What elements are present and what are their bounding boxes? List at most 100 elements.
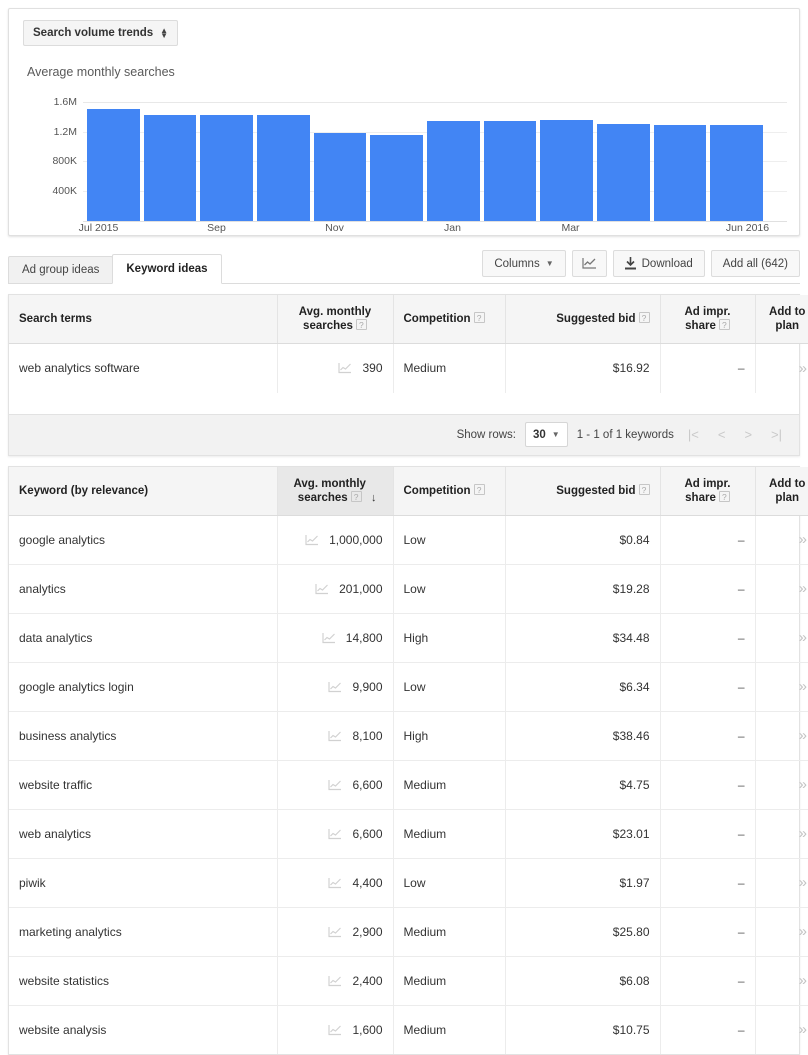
next-page-button[interactable]: > [739,427,757,442]
table-row[interactable]: website traffic6,600Medium$4.75–» [9,760,808,809]
table-row[interactable]: web analytics software390Medium$16.92–» [9,344,808,393]
columns-button[interactable]: Columns ▼ [482,250,565,277]
column-header-share[interactable]: Ad impr. share? [660,295,755,344]
table-row[interactable]: google analytics1,000,000Low$0.84–» [9,515,808,564]
help-icon[interactable]: ? [639,312,650,323]
chart-title: Average monthly searches [27,65,175,79]
tab-ad-group-ideas[interactable]: Ad group ideas [8,256,113,284]
sort-descending-icon[interactable]: ↓ [371,492,377,504]
chart-bar [710,125,763,221]
chart-bar [484,121,537,221]
add-to-plan-button[interactable]: » [799,727,807,744]
cell-plan[interactable]: » [755,711,808,760]
sparkline-icon[interactable] [328,1024,342,1036]
add-all-button[interactable]: Add all (642) [711,250,800,277]
table-row[interactable]: analytics201,000Low$19.28–» [9,564,808,613]
cell-plan[interactable]: » [755,515,808,564]
sparkline-icon[interactable] [328,828,342,840]
sparkline-icon[interactable] [328,877,342,889]
table-header-row: Search termsAvg. monthlysearches?Competi… [9,295,808,344]
table-row[interactable]: website analysis1,600Medium$10.75–» [9,1005,808,1054]
cell-plan[interactable]: » [755,564,808,613]
sparkline-icon[interactable] [315,583,329,595]
add-to-plan-button[interactable]: » [799,580,807,597]
ad-impr-share-value: – [738,361,745,375]
add-to-plan-button[interactable]: » [799,531,807,548]
cell-plan[interactable]: » [755,662,808,711]
cell-bid: $25.80 [505,907,660,956]
avg-monthly-searches-value: 2,400 [352,974,382,988]
help-icon[interactable]: ? [719,491,730,502]
cell-term: marketing analytics [9,907,277,956]
help-icon[interactable]: ? [351,491,362,502]
cell-plan[interactable]: » [755,613,808,662]
sparkline-icon[interactable] [305,534,319,546]
column-header-term[interactable]: Keyword (by relevance) [9,467,277,516]
column-header-term[interactable]: Search terms [9,295,277,344]
column-header-avg[interactable]: Avg. monthlysearches?↓ [277,467,393,516]
add-to-plan-button[interactable]: » [799,678,807,695]
last-page-button[interactable]: >| [766,427,787,442]
help-icon[interactable]: ? [474,484,485,495]
column-header-bid[interactable]: Suggested bid? [505,295,660,344]
cell-share: – [660,907,755,956]
add-to-plan-button[interactable]: » [799,923,807,940]
download-button[interactable]: Download [613,250,705,277]
cell-term: piwik [9,858,277,907]
table-row[interactable]: business analytics8,100High$38.46–» [9,711,808,760]
add-to-plan-button[interactable]: » [799,874,807,891]
column-header-plan[interactable]: Add to plan [755,295,808,344]
cell-plan[interactable]: » [755,760,808,809]
help-icon[interactable]: ? [639,484,650,495]
table-row[interactable]: piwik4,400Low$1.97–» [9,858,808,907]
avg-monthly-searches-value: 1,600 [352,1023,382,1037]
search-volume-trends-select[interactable]: Search volume trends ▲▼ [23,20,178,46]
cell-plan[interactable]: » [755,344,808,393]
column-header-bid[interactable]: Suggested bid? [505,467,660,516]
sparkline-icon[interactable] [322,632,336,644]
rows-per-page-select[interactable]: 30 ▼ [525,422,568,447]
sparkline-icon[interactable] [328,975,342,987]
first-page-button[interactable]: |< [683,427,704,442]
column-header-comp[interactable]: Competition? [393,467,505,516]
help-icon[interactable]: ? [474,312,485,323]
graph-view-button[interactable] [572,250,607,277]
avg-monthly-searches-cell: 6,600 [288,827,383,841]
table-row[interactable]: web analytics6,600Medium$23.01–» [9,809,808,858]
x-axis-tick [602,221,657,239]
add-to-plan-button[interactable]: » [799,629,807,646]
cell-bid: $4.75 [505,760,660,809]
ad-impr-share-value: – [738,631,745,645]
sparkline-icon[interactable] [328,730,342,742]
chart-bar [87,109,140,221]
column-header-comp[interactable]: Competition? [393,295,505,344]
column-header-share[interactable]: Ad impr. share? [660,467,755,516]
table-row[interactable]: data analytics14,800High$34.48–» [9,613,808,662]
cell-plan[interactable]: » [755,956,808,1005]
previous-page-button[interactable]: < [713,427,731,442]
help-icon[interactable]: ? [719,319,730,330]
add-to-plan-button[interactable]: » [799,776,807,793]
y-axis-tick-label: 1.6M [25,96,77,108]
sparkline-icon[interactable] [328,926,342,938]
column-header-avg[interactable]: Avg. monthlysearches? [277,295,393,344]
add-to-plan-button[interactable]: » [799,972,807,989]
add-to-plan-button[interactable]: » [799,360,807,377]
column-header-plan[interactable]: Add to plan [755,467,808,516]
cell-plan[interactable]: » [755,809,808,858]
table-row[interactable]: google analytics login9,900Low$6.34–» [9,662,808,711]
sparkline-icon[interactable] [328,681,342,693]
cell-share: – [660,809,755,858]
cell-plan[interactable]: » [755,1005,808,1054]
chart-bar [144,115,197,221]
sparkline-icon[interactable] [338,362,352,374]
table-row[interactable]: marketing analytics2,900Medium$25.80–» [9,907,808,956]
avg-monthly-searches-value: 6,600 [352,827,382,841]
sparkline-icon[interactable] [328,779,342,791]
help-icon[interactable]: ? [356,319,367,330]
table-row[interactable]: website statistics2,400Medium$6.08–» [9,956,808,1005]
cell-plan[interactable]: » [755,858,808,907]
cell-plan[interactable]: » [755,907,808,956]
add-to-plan-button[interactable]: » [799,825,807,842]
tab-keyword-ideas[interactable]: Keyword ideas [112,254,221,284]
